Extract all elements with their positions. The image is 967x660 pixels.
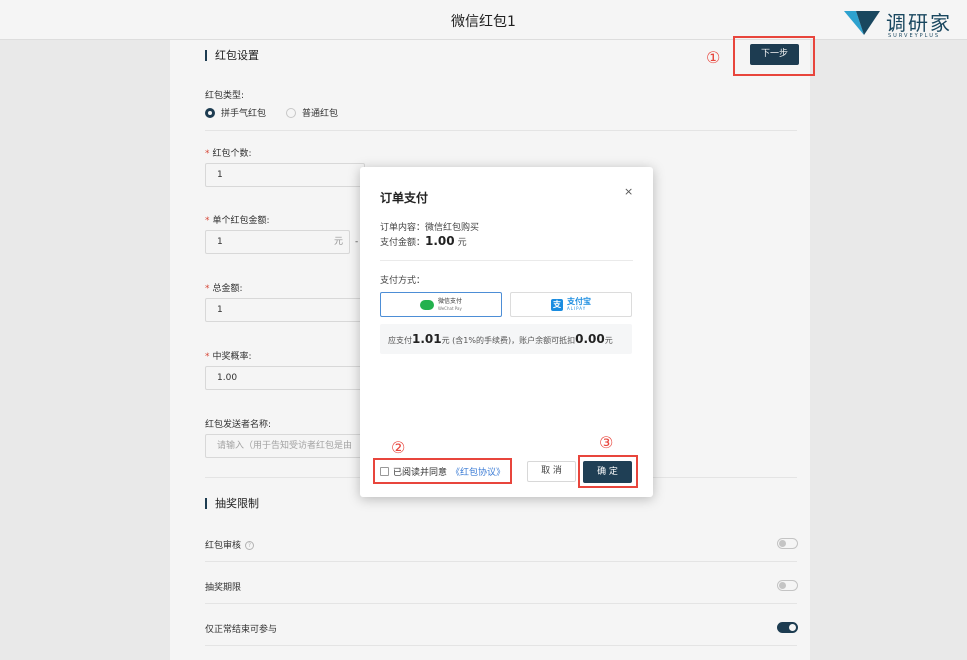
pay-amount-line: 支付金额：1.00 元 — [380, 234, 467, 248]
annotation-number-3: ③ — [599, 433, 614, 452]
alipay-option[interactable]: 支 支付宝 ALIPAY — [510, 292, 632, 317]
order-content-line: 订单内容：微信红包购买 — [380, 223, 480, 233]
summary-pay-value: 1.01 — [412, 332, 442, 346]
annotation-number-2: ② — [391, 438, 406, 457]
alipay-icon: 支 — [551, 299, 563, 311]
annotation-box-1 — [733, 36, 815, 76]
divider — [380, 260, 633, 261]
cancel-button[interactable]: 取 消 — [527, 461, 576, 482]
close-icon[interactable]: × — [624, 185, 633, 198]
annotation-box-2 — [373, 458, 512, 484]
pay-amount-value: 1.00 — [425, 234, 455, 248]
pay-method-label: 支付方式： — [380, 276, 426, 286]
wechat-pay-option[interactable]: 微信支付 WeChat Pay — [380, 292, 502, 317]
payment-summary: 应支付1.01元 (含1%的手续费)，账户余额可抵扣0.00元 — [380, 324, 632, 354]
wechat-icon — [419, 300, 434, 310]
order-content-value: 微信红包购买 — [425, 223, 480, 233]
annotation-box-3 — [578, 455, 638, 488]
summary-deduct-value: 0.00 — [575, 332, 605, 346]
modal-title: 订单支付 — [380, 191, 429, 205]
annotation-number-1: ① — [706, 48, 721, 67]
